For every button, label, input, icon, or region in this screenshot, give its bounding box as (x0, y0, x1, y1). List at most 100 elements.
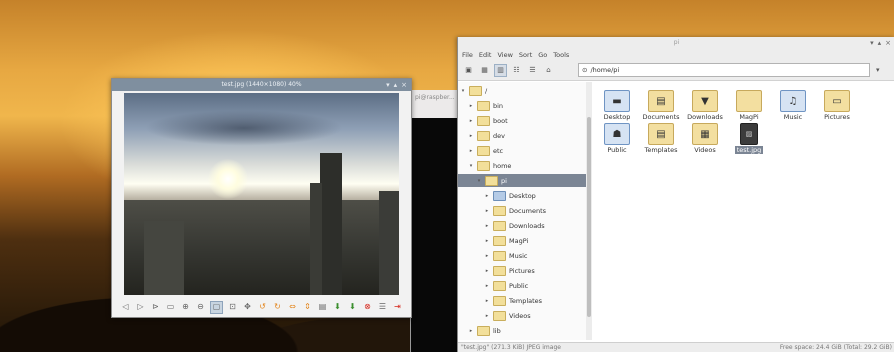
tree-item-etc[interactable]: ▸ etc (468, 144, 543, 157)
expander-icon[interactable]: ▸ (484, 298, 490, 304)
tree-item-dev[interactable]: ▸ dev (468, 129, 545, 142)
rotate-right-icon[interactable]: ↻ (272, 302, 283, 313)
original-size-icon[interactable]: ⊡ (227, 302, 238, 313)
tree-item-videos[interactable]: ▸ Videos (484, 309, 571, 322)
flip-horizontal-icon[interactable]: ⇔ (287, 302, 298, 313)
tree-item-boot[interactable]: ▸ boot (468, 114, 548, 127)
compact-view-icon[interactable]: ☷ (510, 64, 523, 77)
fit-icon[interactable]: ▢ (210, 300, 223, 314)
tree-item-label: Pictures (509, 266, 535, 275)
minimize-icon[interactable]: ▾ (386, 79, 390, 91)
tree-item-home[interactable]: ▾ home (468, 159, 551, 172)
expander-icon[interactable]: ▸ (468, 133, 474, 139)
path-input[interactable]: /home/pi (590, 66, 619, 74)
terminal-screen[interactable] (411, 118, 461, 352)
file-item-magpi[interactable]: MagPi (727, 90, 771, 121)
menu-file[interactable]: File (462, 51, 473, 59)
prev-icon[interactable]: ◁ (120, 302, 131, 313)
minimize-icon[interactable]: ▾ (870, 37, 874, 49)
tree-item-downloads[interactable]: ▸ Downloads (484, 219, 585, 232)
expander-icon[interactable]: ▾ (476, 178, 482, 184)
tree-item-lib[interactable]: ▸ lib (468, 324, 541, 337)
path-bar[interactable]: ⊙ /home/pi (578, 63, 870, 77)
expander-icon[interactable]: ▸ (468, 103, 474, 109)
tree-item-documents[interactable]: ▸ Documents (484, 204, 586, 217)
expander-icon[interactable]: ▸ (484, 268, 490, 274)
viewer-titlebar[interactable]: test.jpg (1440×1080) 40% ▾ ▴ × (112, 79, 411, 91)
file-item-videos[interactable]: ▦ Videos (683, 123, 727, 154)
detailed-view-icon[interactable]: ☰ (526, 64, 539, 77)
file-item-downloads[interactable]: ▼ Downloads (683, 90, 727, 121)
folder-icon (485, 175, 498, 186)
preferences-icon[interactable]: ☰ (377, 302, 388, 313)
menu-edit[interactable]: Edit (479, 51, 492, 59)
background-terminal-window[interactable]: pi@raspber... (410, 90, 461, 352)
tree-scrollbar[interactable] (586, 82, 592, 340)
zoom-out-icon[interactable]: ⊖ (195, 302, 206, 313)
next-icon[interactable]: ▷ (135, 302, 146, 313)
expander-icon[interactable]: ▸ (468, 328, 474, 334)
tree-item-magpi[interactable]: ▸ MagPi (484, 234, 568, 247)
tree-item-label: home (493, 161, 512, 170)
tree-item-label: bin (493, 101, 504, 110)
expander-icon[interactable]: ▸ (468, 118, 474, 124)
menu-sort[interactable]: Sort (519, 51, 532, 59)
thumbnail-view-icon[interactable]: ▥ (494, 63, 507, 77)
tree-item-templates[interactable]: ▸ Templates (484, 294, 582, 307)
tree-item-pictures[interactable]: ▸ Pictures (484, 264, 575, 277)
tree-item-label: lib (493, 326, 501, 335)
maximize-icon[interactable]: ▴ (878, 37, 882, 49)
file-item-documents[interactable]: ▤ Documents (639, 90, 683, 121)
expander-icon[interactable]: ▸ (484, 283, 490, 289)
tree-item-music[interactable]: ▸ Music (484, 249, 568, 262)
last-icon[interactable]: ▭ (165, 302, 176, 313)
directory-tree[interactable]: ▾ / ▸ bin ▸ boot ▸ dev ▸ etc ▾ home ▾ pi ▸ Desktop ▸ Docu… (458, 82, 587, 340)
save-as-icon[interactable]: ⬇ (347, 302, 358, 313)
expander-icon[interactable]: ▸ (484, 223, 490, 229)
folder-icon (736, 90, 762, 112)
menu-tools[interactable]: Tools (553, 51, 569, 59)
tree-item-bin[interactable]: ▸ bin (468, 99, 543, 112)
file-item-pictures[interactable]: ▭ Pictures (815, 90, 859, 121)
expander-icon[interactable]: ▸ (468, 148, 474, 154)
new-window-icon[interactable]: ▣ (462, 64, 475, 77)
quit-icon[interactable]: ⇥ (392, 302, 403, 313)
tree-item-pi[interactable]: ▾ pi (458, 174, 586, 187)
file-item-test-jpg[interactable]: ▨ test.jpg (727, 123, 771, 154)
open-icon[interactable]: ▤ (317, 302, 328, 313)
expander-icon[interactable]: ▸ (484, 208, 490, 214)
icon-view-icon[interactable]: ▦ (478, 64, 491, 77)
expander-icon[interactable]: ▸ (484, 238, 490, 244)
tree-item-public[interactable]: ▸ Public (484, 279, 568, 292)
tree-item-[interactable]: ▾ / (460, 84, 527, 97)
delete-icon[interactable]: ⊗ (362, 302, 373, 313)
file-item-templates[interactable]: ▤ Templates (639, 123, 683, 154)
fullscreen-icon[interactable]: ✥ (242, 302, 253, 313)
file-item-desktop[interactable]: ▬ Desktop (595, 90, 639, 121)
save-icon[interactable]: ⬇ (332, 302, 343, 313)
tree-item-desktop[interactable]: ▸ Desktop (484, 189, 576, 202)
maximize-icon[interactable]: ▴ (394, 79, 398, 91)
file-icon-pane[interactable]: ▬ Desktop ▤ Documents ▼ Downloads MagPi ♫ Music ▭… (593, 82, 894, 340)
expander-icon[interactable]: ▾ (468, 163, 474, 169)
path-dropdown-icon[interactable]: ▾ (876, 66, 880, 74)
rotate-left-icon[interactable]: ↺ (257, 302, 268, 313)
home-icon[interactable]: ⌂ (542, 64, 555, 77)
file-item-public[interactable]: ☗ Public (595, 123, 639, 154)
first-icon[interactable]: ⊳ (150, 302, 161, 313)
file-manager-window[interactable]: pi ▾ ▴ × File Edit View Sort Go Tools ▣ … (457, 37, 894, 352)
menu-go[interactable]: Go (538, 51, 547, 59)
menu-view[interactable]: View (497, 51, 512, 59)
image-viewer-window[interactable]: test.jpg (1440×1080) 40% ▾ ▴ × ◁ ▷ ⊳ ▭ ⊕… (111, 78, 412, 318)
zoom-in-icon[interactable]: ⊕ (180, 302, 191, 313)
fm-titlebar[interactable]: pi ▾ ▴ × (458, 37, 894, 49)
file-item-music[interactable]: ♫ Music (771, 90, 815, 121)
expander-icon[interactable]: ▸ (484, 253, 490, 259)
folder-icon (493, 295, 506, 306)
expander-icon[interactable]: ▸ (484, 193, 490, 199)
expander-icon[interactable]: ▸ (484, 313, 490, 319)
expander-icon[interactable]: ▾ (460, 88, 466, 94)
close-icon[interactable]: × (401, 79, 407, 91)
close-icon[interactable]: × (885, 37, 891, 49)
flip-vertical-icon[interactable]: ⇕ (302, 302, 313, 313)
